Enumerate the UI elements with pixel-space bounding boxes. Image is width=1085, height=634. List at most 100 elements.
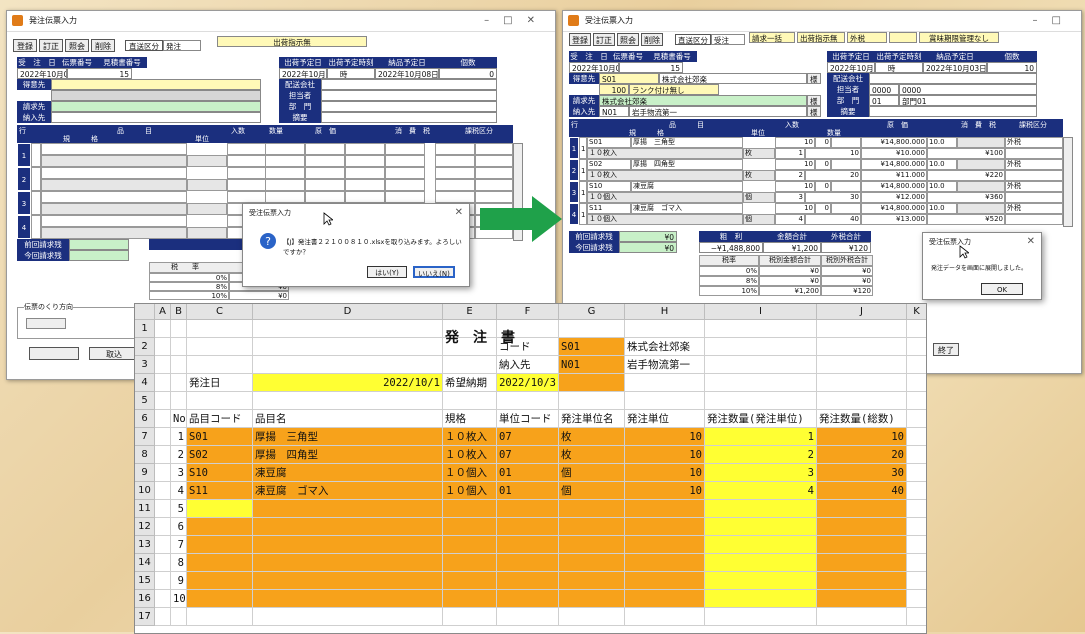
- grid-irisu-cell[interactable]: 10: [775, 159, 815, 170]
- sheet-cell[interactable]: [155, 320, 171, 338]
- table-cell[interactable]: 40: [817, 482, 907, 500]
- table-cell[interactable]: 01: [497, 464, 559, 482]
- grid-value-cell[interactable]: [227, 143, 267, 155]
- sheet-corner[interactable]: [135, 304, 155, 320]
- grid-value-cell[interactable]: [475, 155, 513, 167]
- grid-hasu-cell[interactable]: [831, 181, 861, 192]
- rank-name[interactable]: ランク付け無し: [629, 84, 719, 95]
- sheet-cell[interactable]: [907, 518, 926, 536]
- table-cell[interactable]: 10: [171, 590, 187, 608]
- grid-item-cell[interactable]: [41, 215, 187, 227]
- table-cell[interactable]: 07: [497, 446, 559, 464]
- table-header[interactable]: No: [171, 410, 187, 428]
- grid-value-cell[interactable]: [435, 155, 475, 167]
- grid-qty-cell[interactable]: 1: [775, 148, 805, 159]
- sheet-cell[interactable]: [817, 356, 907, 374]
- table-cell[interactable]: [559, 554, 625, 572]
- ship-time-field[interactable]: __ 時: [875, 62, 923, 73]
- sheet-cell[interactable]: [253, 392, 443, 410]
- hope-date-value[interactable]: 2022/10/3: [497, 374, 559, 392]
- grid-code-cell[interactable]: S11: [587, 203, 631, 214]
- table-cell[interactable]: 凍豆腐: [253, 464, 443, 482]
- table-cell[interactable]: 10: [625, 482, 705, 500]
- grid-name-cell[interactable]: 厚揚 四角型: [631, 159, 743, 170]
- sheet-cell[interactable]: [907, 338, 926, 356]
- sheet-cell[interactable]: [907, 572, 926, 590]
- slip-no-field[interactable]: 15: [619, 62, 683, 73]
- table-cell[interactable]: 1: [705, 428, 817, 446]
- grid-unit-cell[interactable]: [187, 155, 227, 167]
- grid-kubun-cell[interactable]: [31, 167, 41, 191]
- sheet-cell[interactable]: [497, 392, 559, 410]
- person-field[interactable]: [321, 90, 497, 101]
- table-cell[interactable]: [443, 590, 497, 608]
- sheet-cell[interactable]: [171, 338, 187, 356]
- table-cell[interactable]: [497, 590, 559, 608]
- count-field[interactable]: 10: [987, 62, 1037, 73]
- grid-kubun-cell[interactable]: 1: [579, 137, 587, 159]
- sheet-cell[interactable]: [187, 338, 253, 356]
- table-cell[interactable]: [705, 536, 817, 554]
- column-header[interactable]: J: [817, 304, 907, 320]
- sheet-cell[interactable]: [907, 554, 926, 572]
- sheet-cell[interactable]: [907, 374, 926, 392]
- table-cell[interactable]: 4: [171, 482, 187, 500]
- table-header[interactable]: 発注数量(総数): [817, 410, 907, 428]
- ship-date-field[interactable]: 2022年10月08日: [279, 68, 327, 79]
- sheet-cell[interactable]: [443, 608, 497, 626]
- order-date-field[interactable]: 2022年10月01日: [569, 62, 619, 73]
- grid-tax-cell[interactable]: [957, 181, 1005, 192]
- grid-code-cell[interactable]: S02: [587, 159, 631, 170]
- grid-value-cell[interactable]: [385, 143, 425, 155]
- grid-amount-cell[interactable]: ¥100: [927, 148, 1005, 159]
- grid-tax-cell[interactable]: [957, 203, 1005, 214]
- table-header[interactable]: 品目名: [253, 410, 443, 428]
- grid-code-cell[interactable]: S10: [587, 181, 631, 192]
- table-cell[interactable]: [817, 500, 907, 518]
- inquiry-button[interactable]: 照会: [65, 39, 89, 52]
- row-header[interactable]: 2: [135, 338, 155, 356]
- sheet-cell[interactable]: [559, 392, 625, 410]
- table-cell[interactable]: [559, 572, 625, 590]
- delivery-field[interactable]: [51, 112, 261, 123]
- hope-date-label[interactable]: 希望納期: [443, 374, 497, 392]
- grid-cost-cell[interactable]: ¥14,800.000: [861, 159, 927, 170]
- table-cell[interactable]: 枚: [559, 446, 625, 464]
- row-header[interactable]: 7: [135, 428, 155, 446]
- table-cell[interactable]: [253, 590, 443, 608]
- table-cell[interactable]: 枚: [559, 428, 625, 446]
- grid-value-cell[interactable]: [305, 143, 345, 155]
- dept-code[interactable]: 01: [869, 95, 899, 106]
- grid-memo-cell[interactable]: [1005, 148, 1063, 159]
- column-header[interactable]: D: [253, 304, 443, 320]
- carrier-field[interactable]: [321, 79, 497, 90]
- table-cell[interactable]: [187, 518, 253, 536]
- sheet-cell[interactable]: [253, 338, 443, 356]
- no-button[interactable]: いいえ(N): [413, 266, 455, 278]
- customer-sub-field[interactable]: [51, 90, 261, 101]
- grid-kubun-cell[interactable]: [31, 143, 41, 167]
- grid-qty-cell[interactable]: 3: [775, 192, 805, 203]
- memo-field[interactable]: [869, 106, 1037, 117]
- sheet-cell[interactable]: [559, 320, 625, 338]
- table-cell[interactable]: [187, 536, 253, 554]
- grid-price-cell[interactable]: ¥11.000: [861, 170, 927, 181]
- sheet-cell[interactable]: [907, 392, 926, 410]
- grid-qty-cell[interactable]: 2: [775, 170, 805, 181]
- sheet-cell[interactable]: [817, 338, 907, 356]
- sheet-cell[interactable]: [171, 356, 187, 374]
- register-button[interactable]: 登録: [13, 39, 37, 52]
- sheet-cell[interactable]: [907, 410, 926, 428]
- grid-spec-cell[interactable]: １０個入: [587, 192, 743, 203]
- correct-button[interactable]: 訂正: [593, 33, 615, 46]
- grid-value-cell[interactable]: [265, 179, 305, 191]
- grid-taxrate-cell[interactable]: 10.0: [927, 203, 957, 214]
- row-header[interactable]: 4: [135, 374, 155, 392]
- table-header[interactable]: 発注数量(発注単位): [705, 410, 817, 428]
- table-cell[interactable]: [625, 500, 705, 518]
- exit-button[interactable]: 終了: [933, 343, 959, 356]
- row-header[interactable]: 9: [135, 464, 155, 482]
- window-controls[interactable]: –□✕: [484, 11, 549, 31]
- grid-ko-cell[interactable]: 0: [815, 137, 831, 148]
- grid-unit-cell[interactable]: 個: [743, 192, 775, 203]
